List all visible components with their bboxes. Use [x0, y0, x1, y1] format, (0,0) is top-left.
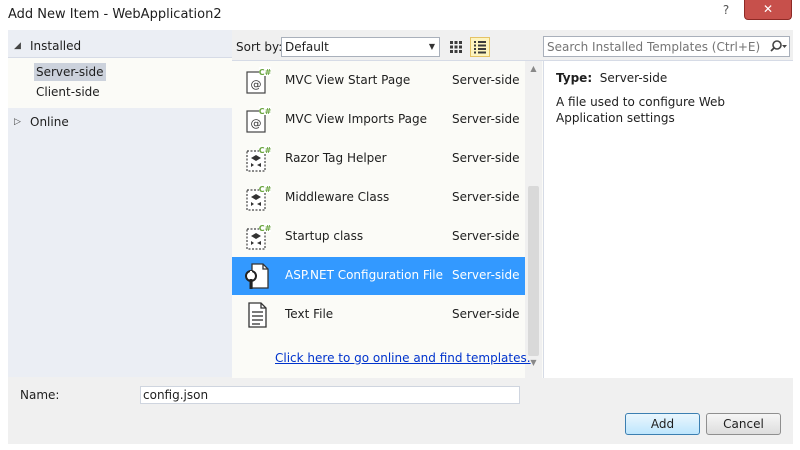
template-list: @ C# MVC View Start Page Server-side @ C# MVC … [232, 60, 543, 379]
template-language: Server-side [452, 151, 520, 165]
help-icon[interactable]: ? [716, 0, 736, 20]
template-name: Middleware Class [285, 190, 390, 204]
list-view-icon [474, 41, 486, 54]
template-language: Server-side [452, 268, 520, 282]
template-name: MVC View Start Page [285, 73, 411, 87]
razor-view-icon: @C# [246, 106, 271, 133]
expanded-arrow-icon[interactable]: ◢ [14, 34, 21, 58]
template-name: Razor Tag Helper [285, 151, 387, 165]
svg-text:@: @ [251, 78, 262, 91]
csharp-class-icon: C# [246, 145, 271, 172]
name-label: Name: [20, 388, 60, 402]
tree-node-installed[interactable]: ◢ Installed [8, 34, 232, 58]
medium-icons-view-button[interactable] [446, 37, 466, 57]
add-button[interactable]: Add [625, 413, 700, 435]
search-box [543, 36, 790, 57]
svg-text:C#: C# [259, 185, 271, 194]
sort-by-label: Sort by: [236, 40, 283, 54]
tree-item-client-side[interactable]: Client-side [34, 83, 102, 101]
search-icon[interactable] [766, 38, 788, 55]
title-bar: Add New Item - WebApplication2 ? ✕ [0, 0, 800, 30]
template-language: Server-side [452, 112, 520, 126]
template-item[interactable]: Text File Server-side [232, 296, 525, 334]
template-name: Text File [285, 307, 334, 321]
scroll-thumb[interactable] [528, 186, 539, 356]
collapsed-arrow-icon[interactable]: ▷ [14, 112, 21, 132]
find-templates-online-link[interactable]: Click here to go online and find templat… [275, 351, 531, 365]
installed-children: Server-side Client-side [8, 58, 232, 108]
svg-text:C#: C# [259, 107, 271, 116]
template-item[interactable]: C# Razor Tag Helper Server-side [232, 140, 525, 178]
template-name: ASP.NET Configuration File [285, 268, 443, 282]
svg-text:@: @ [251, 117, 262, 130]
window-title: Add New Item - WebApplication2 [8, 7, 222, 22]
close-icon: ✕ [762, 2, 774, 16]
text-file-icon [248, 302, 267, 328]
svg-text:C#: C# [259, 68, 271, 77]
detail-description: A file used to configure Web Application… [556, 95, 726, 125]
template-item[interactable]: ASP.NET Configuration File Server-side [232, 257, 525, 295]
scroll-up-icon[interactable]: ▲ [525, 63, 542, 75]
template-item[interactable]: @ C# MVC View Imports Page Server-side [232, 101, 525, 139]
template-language: Server-side [452, 73, 520, 87]
template-language: Server-side [452, 229, 520, 243]
template-item[interactable]: C# Startup class Server-side [232, 218, 525, 256]
template-name: Startup class [285, 229, 364, 243]
svg-text:C#: C# [259, 146, 271, 155]
sort-by-dropdown[interactable]: Default ▼ [281, 37, 440, 57]
tree-node-online[interactable]: ▷ Online [8, 112, 232, 132]
dialog-client: ◢ Installed Server-side Client-side ▷ On… [8, 30, 793, 444]
detail-type-row: Type: Server-side [556, 71, 667, 85]
tree-node-label: Installed [30, 39, 82, 53]
csharp-class-icon: C# [246, 223, 271, 250]
razor-view-icon: @C# [246, 67, 271, 94]
template-language: Server-side [452, 307, 520, 321]
config-file-icon [245, 263, 269, 289]
vertical-scrollbar[interactable]: ▲ ▼ [525, 61, 542, 379]
template-details-pane: Type: Server-side A file used to configu… [543, 60, 793, 378]
sort-by-value: Default [285, 40, 329, 54]
name-field[interactable] [140, 386, 520, 404]
detail-type-value: Server-side [599, 71, 668, 85]
detail-type-label: Type: [556, 71, 593, 85]
close-button[interactable]: ✕ [744, 0, 792, 20]
template-item[interactable]: C# Middleware Class Server-side [232, 179, 525, 217]
medium-icons-icon [450, 41, 462, 53]
tree-item-server-side[interactable]: Server-side [34, 63, 106, 81]
cancel-button[interactable]: Cancel [706, 413, 781, 435]
search-input[interactable] [544, 37, 764, 56]
svg-text:C#: C# [259, 224, 271, 233]
template-category-tree: ◢ Installed Server-side Client-side ▷ On… [8, 30, 232, 377]
tree-node-label: Online [30, 115, 69, 129]
template-item[interactable]: @ C# MVC View Start Page Server-side [232, 62, 525, 100]
template-language: Server-side [452, 190, 520, 204]
template-name: MVC View Imports Page [285, 112, 427, 126]
csharp-class-icon: C# [246, 184, 271, 211]
list-view-button[interactable] [470, 37, 490, 57]
chevron-down-icon: ▼ [428, 42, 435, 51]
